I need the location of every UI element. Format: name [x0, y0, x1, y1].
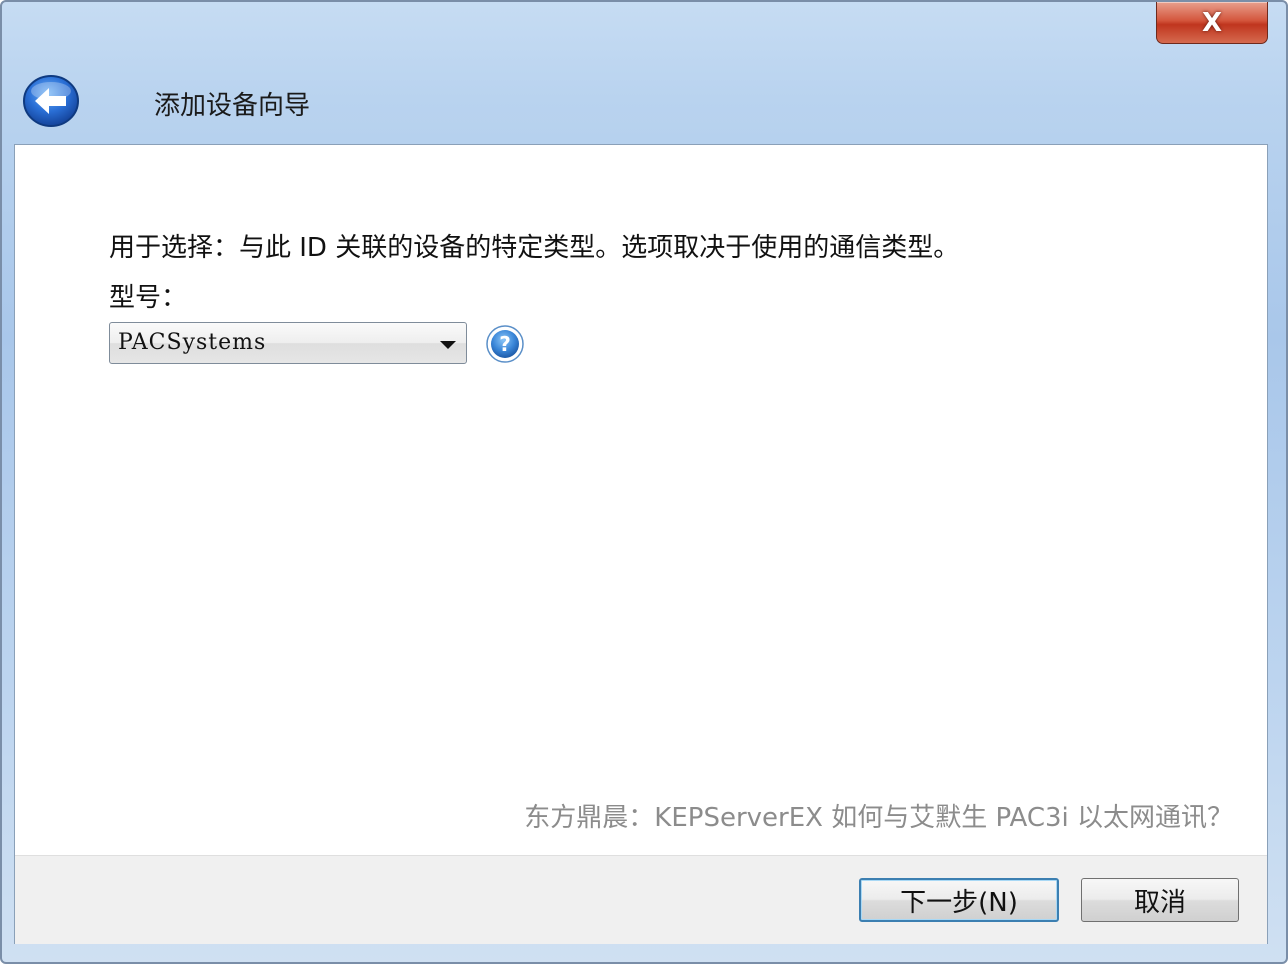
button-bar: 下一步(N) 取消	[15, 855, 1267, 944]
svg-text:?: ?	[499, 332, 511, 356]
close-icon: X	[1201, 7, 1223, 38]
close-button[interactable]: X	[1156, 2, 1268, 44]
help-icon: ?	[486, 325, 524, 363]
back-button[interactable]	[22, 74, 80, 128]
wizard-content: 用于选择：与此 ID 关联的设备的特定类型。选项取决于使用的通信类型。 型号： …	[14, 144, 1268, 944]
help-button[interactable]: ?	[485, 324, 525, 364]
back-arrow-icon	[23, 75, 79, 127]
next-button[interactable]: 下一步(N)	[859, 878, 1059, 922]
wizard-window: X 添加设备向导 用于选择：与此 ID 关联的设备的特定类型。选项取决于使用的通…	[0, 0, 1288, 964]
model-dropdown[interactable]: PACSystems	[109, 322, 467, 364]
model-label: 型号：	[109, 283, 188, 313]
wizard-title: 添加设备向导	[154, 91, 311, 121]
chevron-down-icon	[440, 341, 456, 349]
model-selected-value: PACSystems	[118, 330, 267, 355]
cancel-button[interactable]: 取消	[1081, 878, 1239, 922]
description-text: 用于选择：与此 ID 关联的设备的特定类型。选项取决于使用的通信类型。	[109, 233, 960, 263]
watermark-text: 东方鼎晨：KEPServerEX 如何与艾默生 PAC3i 以太网通讯？	[524, 803, 1233, 833]
